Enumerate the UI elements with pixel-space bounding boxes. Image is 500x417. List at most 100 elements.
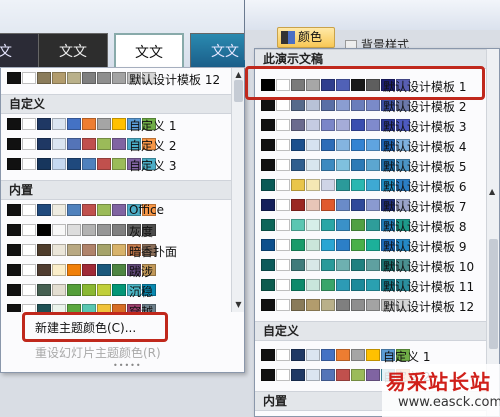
color-swatch: [7, 244, 21, 256]
watermark-title: 易采站长站: [386, 370, 491, 394]
color-swatch: [82, 244, 96, 256]
color-swatch: [261, 219, 275, 231]
watermark: 易采站长站 www.easck.com: [382, 364, 500, 417]
scroll-up-arrow-icon[interactable]: ▲: [489, 187, 495, 196]
color-scheme-item[interactable]: 默认设计模板 7: [255, 195, 488, 215]
color-swatch: [261, 299, 275, 311]
color-swatch: [7, 284, 21, 296]
color-swatch: [276, 159, 290, 171]
color-swatch: [336, 259, 350, 271]
vertical-scrollbar[interactable]: ▲: [486, 49, 499, 416]
color-scheme-item[interactable]: 默认设计模板 2: [255, 95, 488, 115]
color-swatch: [291, 139, 305, 151]
resize-grip-icon[interactable]: •••••: [113, 361, 142, 370]
color-scheme-item[interactable]: 默认设计模板 4: [255, 135, 488, 155]
scroll-thumb[interactable]: [234, 80, 243, 102]
color-scheme-label: 默认设计模板 3: [383, 120, 467, 134]
color-swatch: [366, 259, 380, 271]
color-scheme-item[interactable]: 自定义 3: [1, 154, 233, 174]
color-swatch: [351, 239, 365, 251]
theme-thumbnail[interactable]: 文文: [38, 33, 108, 67]
theme-thumbnail[interactable]: 文文: [190, 33, 245, 67]
color-scheme-item[interactable]: 默认设计模板 6: [255, 175, 488, 195]
section-header-custom: 自定义: [1, 94, 233, 114]
color-scheme-item[interactable]: 默认设计模板 11: [255, 275, 488, 295]
color-swatch: [306, 159, 320, 171]
color-swatch: [276, 119, 290, 131]
color-swatch: [97, 204, 111, 216]
scroll-up-arrow-icon[interactable]: ▲: [234, 70, 243, 80]
color-swatch: [37, 72, 51, 84]
colors-button-label: 颜色: [298, 30, 323, 44]
color-scheme-item[interactable]: 沉稳: [1, 280, 233, 300]
color-scheme-item[interactable]: 自定义 1: [1, 114, 233, 134]
color-swatch: [291, 259, 305, 271]
new-theme-colors-button[interactable]: 新建主题颜色(C)...: [35, 319, 136, 336]
color-scheme-item[interactable]: 穿越: [1, 300, 233, 312]
color-scheme-item[interactable]: 默认设计模板 8: [255, 215, 488, 235]
color-swatch: [291, 99, 305, 111]
color-swatch: [22, 158, 36, 170]
design-toolbar: [245, 0, 500, 30]
color-scheme-item[interactable]: 跋涉: [1, 260, 233, 280]
color-swatch: [82, 264, 96, 276]
color-scheme-label: 默认设计模板 7: [383, 200, 467, 214]
color-swatch: [67, 118, 81, 130]
theme-thumbnail-selected[interactable]: 文文: [114, 33, 184, 67]
color-swatch: [82, 138, 96, 150]
color-swatch: [97, 304, 111, 312]
color-scheme-item[interactable]: 默认设计模板 12: [1, 68, 233, 88]
color-swatch: [351, 299, 365, 311]
color-swatch: [7, 158, 21, 170]
color-swatch: [306, 219, 320, 231]
color-scheme-item[interactable]: 默认设计模板 10: [255, 255, 488, 275]
color-swatch: [366, 159, 380, 171]
color-swatch: [336, 79, 350, 91]
color-swatch: [276, 279, 290, 291]
color-swatch: [261, 159, 275, 171]
reset-theme-colors-button[interactable]: 重设幻灯片主题颜色(R): [35, 344, 161, 361]
color-scheme-item[interactable]: 自定义 2: [1, 134, 233, 154]
color-scheme-label: 自定义 3: [129, 159, 177, 173]
color-swatch: [321, 239, 335, 251]
scroll-thumb[interactable]: [489, 239, 498, 349]
color-swatch: [351, 369, 365, 381]
color-scheme-label: 默认设计模板 11: [383, 280, 475, 294]
color-scheme-item[interactable]: 自定义 1: [255, 345, 488, 365]
color-scheme-item[interactable]: 默认设计模板 5: [255, 155, 488, 175]
color-swatch: [366, 99, 380, 111]
color-swatch: [276, 349, 290, 361]
color-scheme-label: 默认设计模板 5: [383, 160, 467, 174]
scroll-down-arrow-icon[interactable]: ▼: [234, 300, 243, 310]
color-scheme-label: 默认设计模板 9: [383, 240, 467, 254]
color-swatch: [351, 279, 365, 291]
vertical-scrollbar[interactable]: ▲ ▼: [231, 68, 244, 312]
color-swatch: [306, 99, 320, 111]
colors-button[interactable]: 颜色: [277, 27, 335, 48]
color-scheme-item[interactable]: 默认设计模板 1: [255, 75, 488, 95]
color-scheme-item[interactable]: 灰度: [1, 220, 233, 240]
color-swatch: [112, 158, 126, 170]
color-scheme-item[interactable]: 暗香扑面: [1, 240, 233, 260]
color-swatch: [112, 204, 126, 216]
color-swatch: [276, 219, 290, 231]
color-scheme-list: 默认设计模板 12 自定义 自定义 1 自定义 2 自定义 3 内置 Office 灰…: [1, 68, 233, 312]
theme-thumbnail[interactable]: 文: [0, 33, 40, 67]
color-swatch: [291, 179, 305, 191]
color-swatch: [82, 284, 96, 296]
color-scheme-item[interactable]: Office: [1, 200, 233, 220]
color-swatch: [7, 224, 21, 236]
color-swatch: [306, 199, 320, 211]
color-scheme-item[interactable]: 默认设计模板 3: [255, 115, 488, 135]
color-swatch: [351, 199, 365, 211]
color-swatch: [276, 179, 290, 191]
color-scheme-item[interactable]: 默认设计模板 12: [255, 295, 488, 315]
color-swatch: [7, 304, 21, 312]
color-scheme-item[interactable]: 默认设计模板 9: [255, 235, 488, 255]
color-swatch: [22, 264, 36, 276]
color-swatch: [261, 119, 275, 131]
color-swatch: [82, 72, 96, 84]
color-swatch: [82, 224, 96, 236]
color-swatch: [52, 304, 66, 312]
color-swatch: [82, 118, 96, 130]
